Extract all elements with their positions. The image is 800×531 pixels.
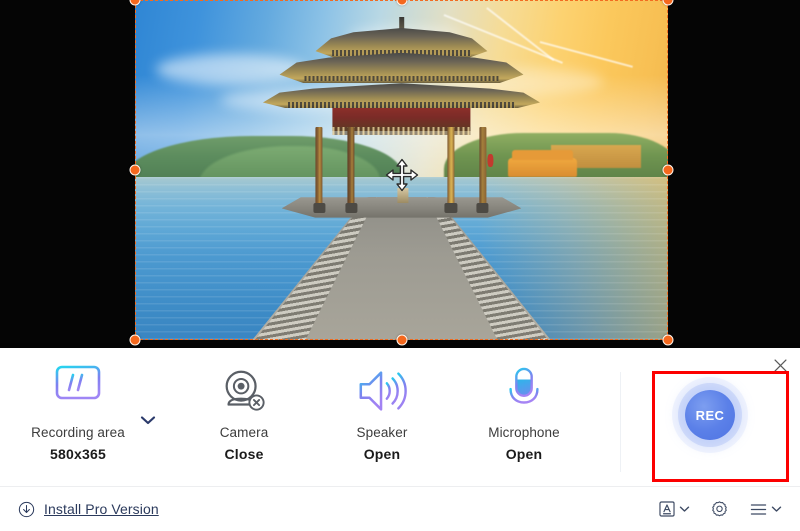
photo-red-lantern <box>487 153 493 167</box>
download-circle-icon <box>18 501 35 517</box>
control-label: Recording area <box>31 425 125 440</box>
speaker-icon <box>355 362 409 420</box>
hamburger-menu-icon <box>750 503 767 515</box>
photo-pillar-base <box>476 203 489 213</box>
photo-pillar-base <box>444 203 457 213</box>
resize-handle-middle-left[interactable] <box>129 164 141 176</box>
chevron-down-icon <box>679 506 690 512</box>
control-value: Open <box>363 446 401 462</box>
resize-handle-bottom-right[interactable] <box>662 334 674 346</box>
photo-pillar-base <box>344 203 358 213</box>
resize-handle-bottom-left[interactable] <box>129 334 141 346</box>
photo-pagoda-pillar <box>479 127 487 211</box>
captured-screen-content <box>135 0 668 340</box>
chevron-down-icon <box>771 506 782 512</box>
microphone-group: Microphone Open <box>464 362 584 462</box>
control-value: Close <box>224 446 264 462</box>
resize-handle-bottom-center[interactable] <box>396 334 407 346</box>
chevron-down-icon <box>140 416 156 425</box>
resize-handle-middle-right[interactable] <box>662 164 674 176</box>
settings-button[interactable] <box>710 500 729 519</box>
control-camera[interactable]: Camera Close <box>184 362 304 462</box>
install-pro-version-link[interactable]: Install Pro Version <box>18 501 159 518</box>
control-label: Speaker <box>356 425 408 440</box>
install-pro-version-label: Install Pro Version <box>44 501 159 517</box>
photo-pagoda-ridge <box>304 75 499 82</box>
photo-pagoda-pillar <box>347 127 355 211</box>
text-annotation-icon <box>659 501 675 517</box>
photo-pagoda-pillar <box>447 127 455 211</box>
webcam-off-icon <box>218 362 270 420</box>
photo-pier-center <box>305 197 498 340</box>
photo-pier <box>135 197 668 340</box>
control-microphone[interactable]: Microphone Open <box>464 362 584 462</box>
gear-icon <box>712 500 727 516</box>
control-label: Microphone <box>488 425 560 440</box>
control-value: 580x365 <box>50 446 106 462</box>
recorder-control-panel: Recording area 580x365 Camera Close Spea… <box>0 348 800 531</box>
recording-area-dropdown-button[interactable] <box>140 415 156 425</box>
desktop-backdrop <box>0 0 800 348</box>
menu-button[interactable] <box>749 502 782 517</box>
control-speaker[interactable]: Speaker Open <box>322 362 442 462</box>
bottom-bar-tools <box>658 500 782 519</box>
photo-pagoda <box>262 16 541 213</box>
photo-pagoda-pillar <box>315 127 323 211</box>
record-button-zone: REC <box>620 348 800 482</box>
annotation-tool-button[interactable] <box>658 500 690 518</box>
capture-selection-region[interactable] <box>129 0 674 346</box>
photo-pillar-base <box>313 203 326 213</box>
control-label: Camera <box>219 425 269 440</box>
bottom-bar: Install Pro Version <box>0 487 800 531</box>
resize-handle-top-right[interactable] <box>662 0 674 6</box>
microphone-icon <box>501 362 547 420</box>
recording-area-group: Recording area 580x365 <box>18 362 156 462</box>
camera-group: Camera Close <box>184 362 304 462</box>
control-recording-area[interactable]: Recording area 580x365 <box>18 362 138 462</box>
screen-recorder-app: Recording area 580x365 Camera Close Spea… <box>0 0 800 531</box>
photo-stone-stand <box>397 187 409 204</box>
speaker-group: Speaker Open <box>322 362 442 462</box>
control-value: Open <box>505 446 543 462</box>
photo-pagoda-ridge <box>287 102 516 108</box>
record-button[interactable]: REC <box>685 390 735 440</box>
monitor-icon <box>49 362 107 420</box>
